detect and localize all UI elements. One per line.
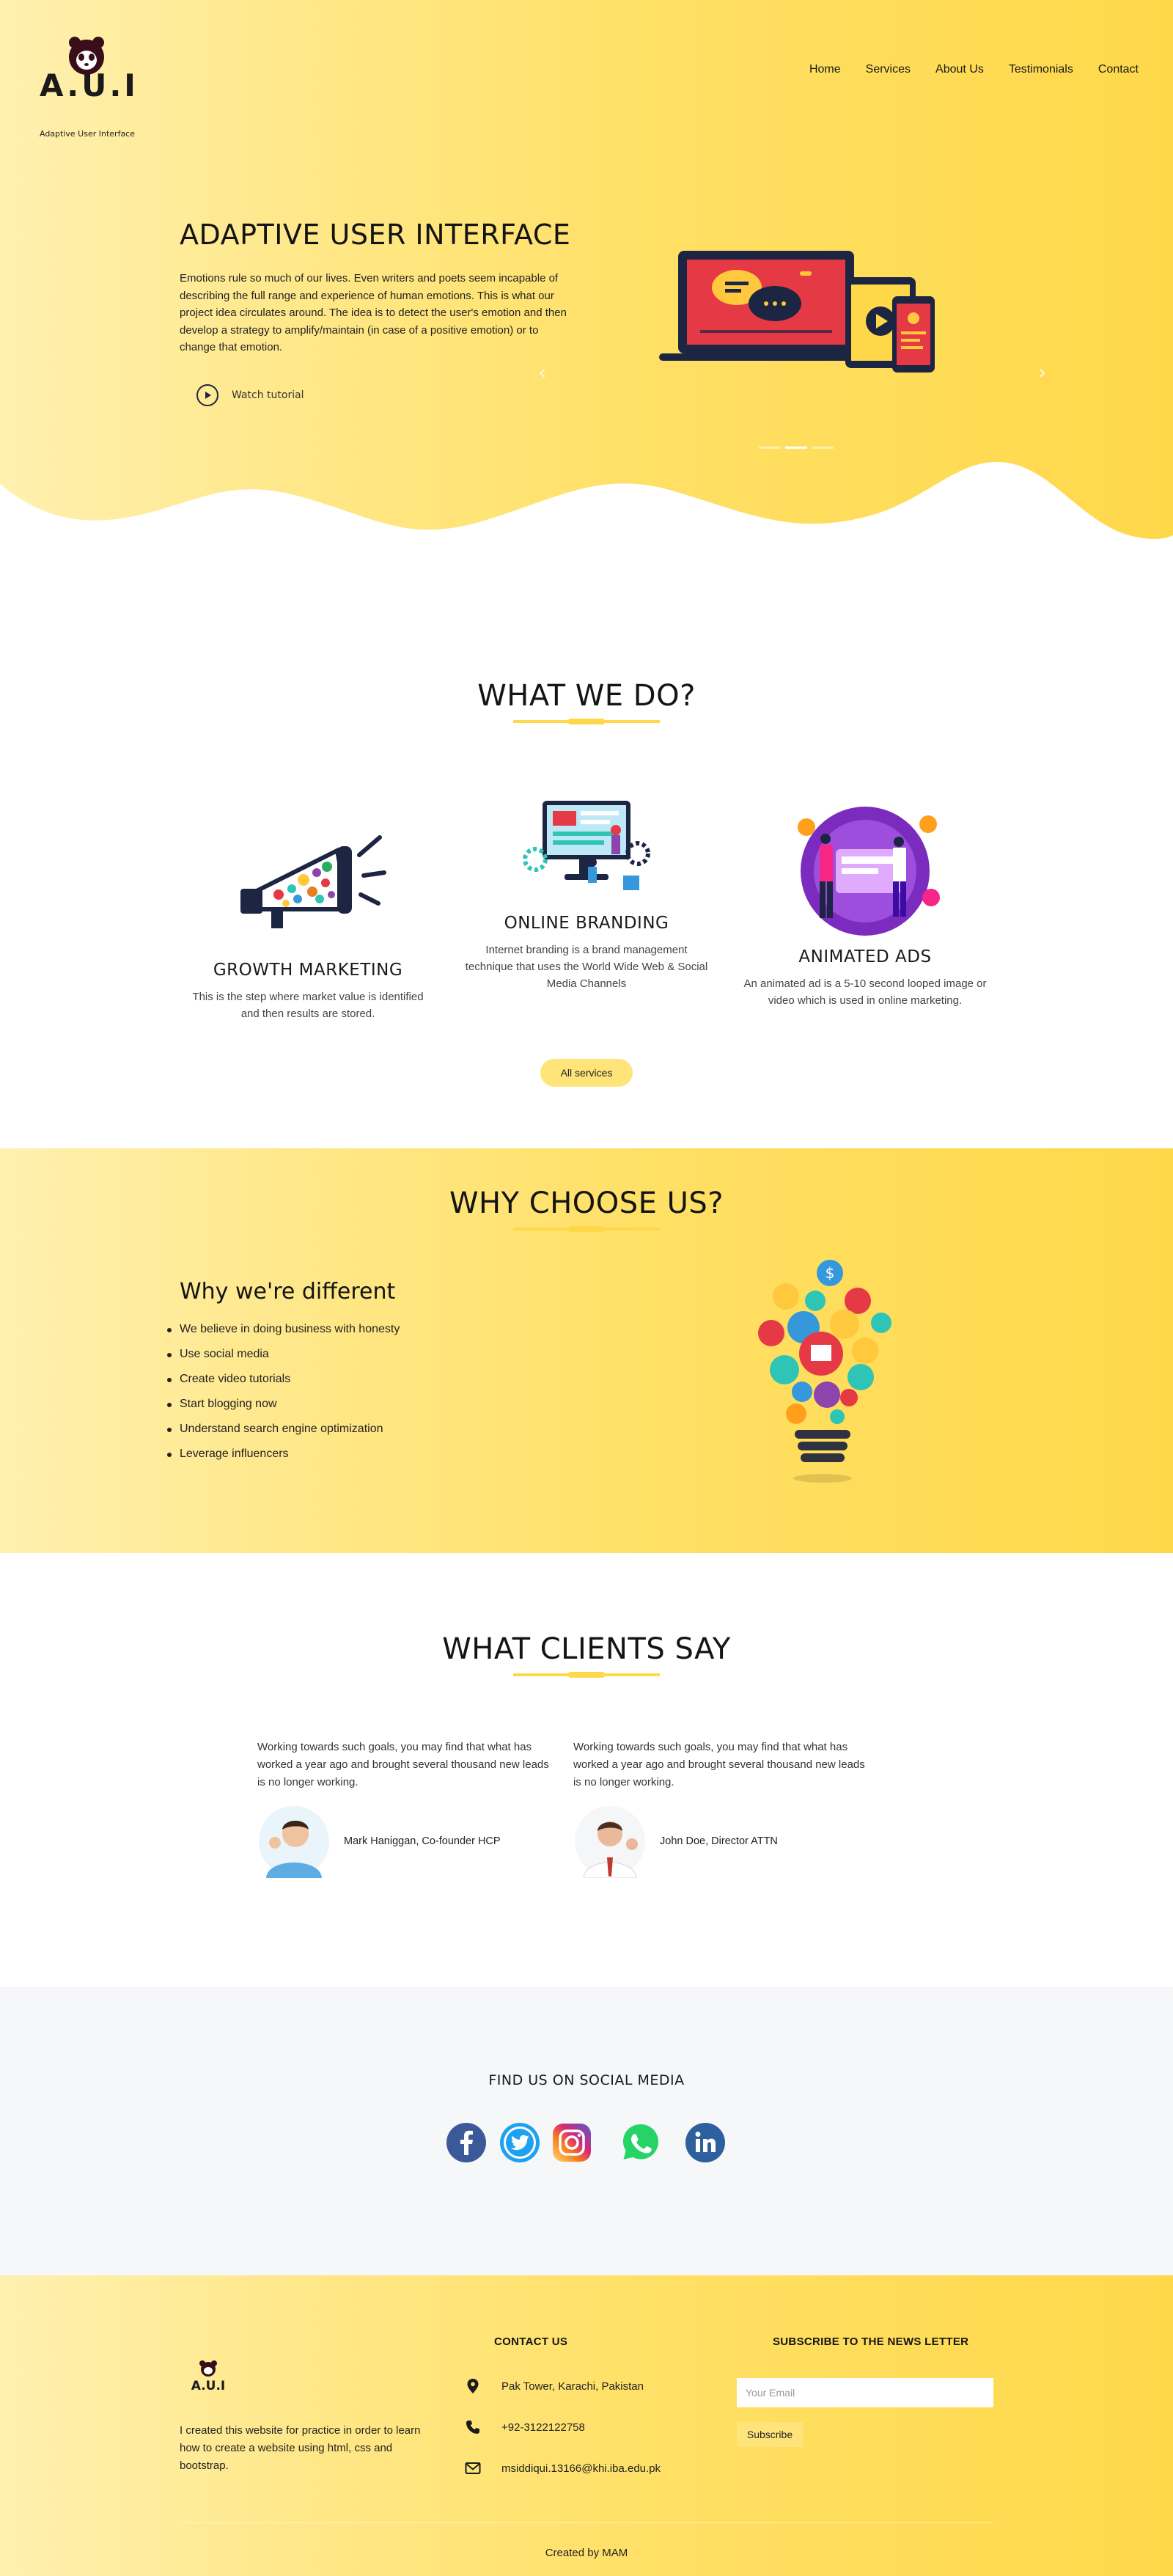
testimonial-text: Working towards such goals, you may find… (257, 1741, 549, 1788)
subscribe-button[interactable]: Subscribe (737, 2422, 803, 2447)
why-subtitle: Why we're different (180, 1279, 396, 1304)
service-text: This is the step where market value is i… (192, 991, 424, 1020)
contact-email: msiddiqui.13166@khi.iba.edu.pk (465, 2460, 661, 2476)
list-item: We believe in doing business with honest… (166, 1323, 400, 1348)
logo-letters: A.U.I (40, 67, 139, 103)
clients-title: WHAT CLIENTS SAY (442, 1632, 731, 1666)
client-name: Mark Haniggan, Co-founder HCP (344, 1835, 501, 1847)
list-item: Leverage influencers (166, 1447, 400, 1472)
list-item: Create video tutorials (166, 1373, 400, 1398)
title-underline (513, 1226, 660, 1232)
envelope-icon (465, 2462, 481, 2474)
nav-testimonials[interactable]: Testimonials (996, 63, 1086, 76)
what-we-do-title: WHAT WE DO? (477, 679, 696, 713)
phone-icon (466, 2421, 479, 2434)
client-name: John Doe, Director ATTN (660, 1835, 778, 1847)
branding-illustration (523, 801, 650, 890)
all-services-button[interactable]: All services (540, 1059, 633, 1087)
hero-text: Emotions rule so much of our lives. Even… (180, 272, 567, 353)
watch-tutorial-link[interactable]: Watch tutorial (196, 384, 304, 406)
service-title: GROWTH MARKETING (213, 961, 403, 980)
social-section: FIND US ON SOCIAL MEDIA (0, 1987, 1173, 2275)
social-icons (445, 2121, 731, 2167)
nav-contact[interactable]: Contact (1086, 63, 1151, 76)
nav-services[interactable]: Services (853, 63, 923, 76)
title-underline (513, 719, 660, 724)
animated-ads-illustration (798, 807, 940, 936)
contact-address: Pak Tower, Karachi, Pakistan (465, 2378, 644, 2394)
why-choose-us-title: WHY CHOOSE US? (449, 1186, 724, 1220)
testimonial-text: Working towards such goals, you may find… (573, 1741, 865, 1788)
list-item: Use social media (166, 1348, 400, 1373)
lightbulb-icons-illustration: $ (758, 1260, 891, 1483)
client-info: John Doe, Director ATTN (573, 1805, 867, 1878)
hero-wave-divider (0, 462, 1173, 557)
avatar (575, 1806, 645, 1878)
service-text: Internet branding is a brand management … (465, 944, 708, 990)
carousel-prev-icon[interactable]: ‹ (538, 362, 553, 383)
facebook-icon[interactable] (445, 2121, 488, 2164)
service-online-branding: ONLINE BRANDING Internet branding is a b… (462, 793, 711, 992)
carousel-indicator-1[interactable] (759, 447, 781, 449)
devices-illustration (659, 251, 935, 373)
service-text: An animated ad is a 5-10 second looped i… (743, 977, 987, 1007)
why-choose-us-section: WHY CHOOSE US? Why we're different We be… (0, 1148, 1173, 1553)
email-text[interactable]: msiddiqui.13166@khi.iba.edu.pk (501, 2462, 661, 2475)
twitter-icon[interactable] (499, 2121, 541, 2164)
svg-text:$: $ (825, 1264, 835, 1282)
list-item: Understand search engine optimization (166, 1423, 400, 1447)
instagram-icon[interactable] (551, 2121, 593, 2164)
logo-tagline: Adaptive User Interface (40, 129, 135, 139)
phone-text: +92-3122122758 (501, 2421, 585, 2434)
linkedin-icon[interactable] (684, 2121, 727, 2164)
site-logo[interactable]: A.U.I Adaptive User Interface (40, 35, 139, 139)
footer-credit: Created by MAM (545, 2547, 628, 2559)
footer-divider (180, 2522, 993, 2523)
avatar (259, 1806, 329, 1878)
service-title: ANIMATED ADS (798, 947, 932, 966)
footer-logo[interactable]: A.U.I (185, 2359, 232, 2396)
list-item: Start blogging now (166, 1398, 400, 1423)
why-list: We believe in doing business with honest… (166, 1323, 400, 1472)
play-icon (196, 384, 218, 406)
carousel-next-icon[interactable]: › (1038, 362, 1053, 383)
megaphone-icon (240, 835, 386, 928)
contact-title: CONTACT US (494, 2335, 568, 2348)
title-underline (513, 1672, 660, 1678)
address-text: Pak Tower, Karachi, Pakistan (501, 2379, 644, 2393)
nav-home[interactable]: Home (797, 63, 853, 76)
testimonial-card: Working towards such goals, you may find… (257, 1739, 551, 1878)
carousel-indicator-2[interactable] (785, 447, 807, 449)
social-title: FIND US ON SOCIAL MEDIA (488, 2072, 685, 2088)
nav-about[interactable]: About Us (923, 63, 996, 76)
client-info: Mark Haniggan, Co-founder HCP (257, 1805, 551, 1878)
carousel-indicator-3[interactable] (812, 447, 834, 449)
site-footer: A.U.I I created this website for practic… (0, 2275, 1173, 2576)
testimonials-section: WHAT CLIENTS SAY Working towards such go… (0, 1553, 1173, 1987)
whatsapp-icon[interactable] (619, 2121, 662, 2164)
service-animated-ads: ANIMATED ADS An animated ad is a 5-10 se… (740, 798, 990, 1009)
testimonial-card: Working towards such goals, you may find… (573, 1739, 867, 1878)
contact-phone: +92-3122122758 (465, 2419, 585, 2435)
watch-tutorial-label: Watch tutorial (232, 389, 304, 401)
newsletter-title: SUBSCRIBE TO THE NEWS LETTER (773, 2335, 969, 2348)
location-pin-icon (467, 2379, 479, 2393)
carousel-indicators (759, 447, 834, 449)
main-nav: Home Services About Us Testimonials Cont… (797, 63, 1151, 76)
what-we-do-section: WHAT WE DO? GROWTH MARKETING This is the… (0, 557, 1173, 1148)
hero-section: A.U.I Adaptive User Interface Home Servi… (0, 0, 1173, 557)
footer-about: I created this website for practice in o… (180, 2424, 421, 2472)
service-title: ONLINE BRANDING (504, 914, 669, 933)
newsletter-email-input[interactable] (737, 2378, 993, 2407)
hero-title: ADAPTIVE USER INTERFACE (180, 219, 571, 251)
service-growth-marketing: GROWTH MARKETING This is the step where … (183, 821, 433, 1022)
svg-text:A.U.I: A.U.I (191, 2379, 226, 2393)
